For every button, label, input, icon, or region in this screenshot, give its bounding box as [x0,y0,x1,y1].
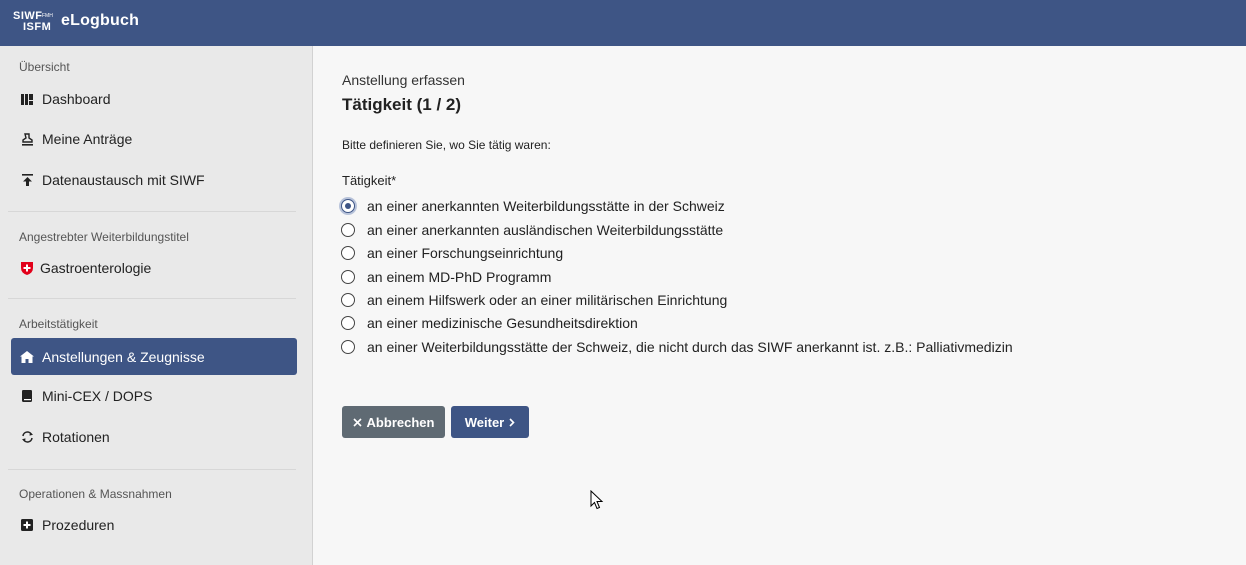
plus-square-icon [20,518,34,532]
sidebar-divider [8,298,296,299]
sidebar-item-label: Datenaustausch mit SIWF [42,172,205,188]
logo-line1-small: FMH [42,13,53,19]
sidebar-item-label: Rotationen [42,429,110,445]
sidebar-item-datenaustausch[interactable]: Datenaustausch mit SIWF [11,162,297,198]
radio-option-hilfswerk[interactable]: an einem Hilfswerk oder an einer militär… [341,290,727,310]
taetigkeit-label: Tätigkeit* [342,173,397,188]
radio-option-label: an einer Forschungseinrichtung [367,245,564,261]
sidebar-item-gastroenterologie[interactable]: Gastroenterologie [11,250,297,286]
logo-line2: ISFM [23,21,52,33]
sidebar-divider [8,469,296,470]
radio-option-gesundheitsdirektion[interactable]: an einer medizinische Gesundheitsdirekti… [341,313,638,333]
swiss-shield-icon [20,261,34,275]
sidebar-item-dashboard[interactable]: Dashboard [11,81,297,117]
sidebar-item-anstellungen[interactable]: Anstellungen & Zeugnisse [11,338,297,375]
radio-option-nicht-anerkannt[interactable]: an einer Weiterbildungsstätte der Schwei… [341,337,1013,357]
mouse-cursor-icon [590,489,604,510]
sidebar-divider [8,211,296,212]
form-instruction: Bitte definieren Sie, wo Sie tätig waren… [342,138,551,152]
radio-option-label: an einer anerkannten ausländischen Weite… [367,222,724,238]
cancel-button[interactable]: Abbrechen [342,406,445,438]
siwf-logo[interactable]: SIWF FMH ISFM [13,10,59,34]
radio-button[interactable] [341,246,355,260]
radio-option-md-phd[interactable]: an einem MD-PhD Programm [341,267,551,287]
radio-option-schweiz[interactable]: an einer anerkannten Weiterbildungsstätt… [341,196,725,216]
rotate-icon [20,430,34,444]
form-subtitle: Anstellung erfassen [342,72,465,88]
sidebar-item-meine-antraege[interactable]: Meine Anträge [11,121,297,157]
page-title: Tätigkeit (1 / 2) [342,95,462,114]
stamp-icon [20,132,34,146]
home-icon [20,350,34,364]
sidebar-item-label: Gastroenterologie [40,260,152,276]
sidebar-item-label: Meine Anträge [42,131,133,147]
close-icon [352,417,362,427]
sidebar-item-prozeduren[interactable]: Prozeduren [11,507,297,543]
chevron-right-icon [509,417,515,427]
radio-button[interactable] [341,223,355,237]
dashboard-icon [20,92,34,106]
sidebar-section-title: Operationen & Massnahmen [19,487,172,501]
sidebar-item-label: Dashboard [42,91,111,107]
radio-button[interactable] [341,340,355,354]
radio-option-label: an einem MD-PhD Programm [367,269,552,285]
radio-button[interactable] [341,270,355,284]
radio-option-label: an einem Hilfswerk oder an einer militär… [367,292,728,308]
radio-option-forschung[interactable]: an einer Forschungseinrichtung [341,243,563,263]
app-title[interactable]: eLogbuch [61,12,139,30]
sidebar-section-title: Übersicht [19,60,70,74]
sidebar-section-title: Angestrebter Weiterbildungstitel [19,230,189,244]
sidebar-item-label: Anstellungen & Zeugnisse [42,348,205,365]
cancel-label: Abbrechen [366,414,435,430]
radio-button[interactable] [341,199,355,213]
top-bar: SIWF FMH ISFM eLogbuch [0,0,1246,46]
radio-option-label: an einer medizinische Gesundheitsdirekti… [367,315,638,331]
next-label: Weiter [464,414,505,430]
next-button[interactable]: Weiter [451,406,529,438]
sidebar-item-label: Prozeduren [42,517,115,533]
book-icon [20,389,34,403]
sidebar-section-title: Arbeitstätigkeit [19,317,98,331]
radio-option-label: an einer anerkannten Weiterbildungsstätt… [367,198,725,214]
sidebar-item-label: Mini-CEX / DOPS [42,388,153,404]
sidebar-item-rotationen[interactable]: Rotationen [11,419,297,455]
upload-icon [20,173,34,187]
radio-option-label: an einer Weiterbildungsstätte der Schwei… [367,339,1013,355]
radio-button[interactable] [341,293,355,307]
radio-button[interactable] [341,316,355,330]
sidebar-item-mini-cex[interactable]: Mini-CEX / DOPS [11,378,297,414]
radio-option-ausland[interactable]: an einer anerkannten ausländischen Weite… [341,220,723,240]
